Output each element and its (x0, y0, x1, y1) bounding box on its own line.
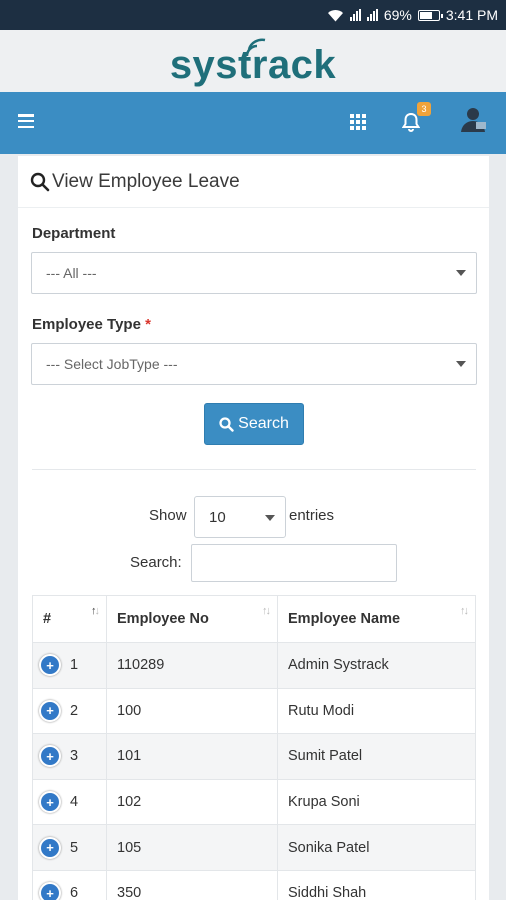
employee-no-cell: 101 (106, 733, 278, 780)
row-index-cell: +4 (32, 778, 107, 826)
table-search: Search: (18, 544, 489, 582)
expand-row-icon[interactable]: + (39, 882, 61, 900)
employee-name-cell: Sonika Patel (277, 824, 476, 871)
sort-icon: ↑↓ (262, 605, 271, 617)
entries-control: Show 10 entries (18, 496, 489, 538)
required-mark: * (145, 316, 151, 333)
hamburger-icon[interactable] (18, 114, 34, 128)
department-label: Department (32, 225, 116, 242)
row-index-cell: +3 (32, 733, 107, 780)
search-icon (30, 172, 50, 191)
signal-icon-2 (366, 9, 378, 21)
employee-name-cell: Rutu Modi (277, 687, 476, 735)
employee-no-cell: 105 (106, 824, 278, 871)
table-row[interactable]: +1 110289 Admin Systrack (32, 642, 476, 689)
row-index-cell: +1 (32, 642, 107, 689)
employee-name-cell: Admin Systrack (277, 642, 476, 689)
battery-icon (417, 9, 443, 21)
employee-name-cell: Siddhi Shah (277, 869, 476, 900)
department-select[interactable]: --- All --- (31, 252, 477, 294)
search-button-label: Search (238, 415, 289, 432)
entries-value: 10 (209, 508, 226, 526)
expand-row-icon[interactable]: + (39, 836, 61, 859)
employee-type-label: Employee Type * (32, 316, 151, 333)
employee-no-cell: 110289 (106, 642, 278, 689)
search-icon (219, 416, 234, 432)
battery-percent: 69% (383, 7, 412, 23)
column-header-employee-no[interactable]: Employee No ↑↓ (106, 595, 278, 643)
employee-type-value: --- Select JobType --- (46, 356, 178, 372)
table-header-row: # ↑↓ Employee No ↑↓ Employee Name ↑↓ (32, 595, 476, 643)
row-index-cell: +6 (32, 869, 107, 900)
grid-icon[interactable] (350, 114, 368, 130)
employee-no-cell: 102 (106, 778, 278, 826)
table-row[interactable]: +3 101 Sumit Patel (32, 733, 476, 780)
user-avatar[interactable] (458, 104, 488, 134)
chevron-down-icon (265, 515, 275, 521)
sort-icon: ↑↓ (460, 605, 469, 617)
top-navbar: 3 (0, 92, 506, 154)
expand-row-icon[interactable]: + (39, 745, 61, 768)
table-row[interactable]: +5 105 Sonika Patel (32, 824, 476, 871)
divider (32, 469, 476, 470)
chevron-down-icon (456, 270, 466, 276)
table-row[interactable]: +6 350 Siddhi Shah (32, 869, 476, 900)
status-bar: 69% 3:41 PM (0, 0, 506, 30)
employee-no-cell: 100 (106, 687, 278, 735)
expand-row-icon[interactable]: + (39, 654, 61, 677)
app-logo[interactable]: systrack (170, 43, 336, 88)
employee-name-cell: Krupa Soni (277, 778, 476, 826)
table-search-input[interactable] (191, 544, 397, 582)
expand-row-icon[interactable]: + (39, 699, 61, 722)
sort-icon: ↑↓ (91, 605, 100, 617)
entries-select[interactable]: 10 (194, 496, 286, 538)
employee-table: # ↑↓ Employee No ↑↓ Employee Name ↑↓ +1 … (32, 595, 476, 900)
signal-icon (349, 9, 361, 21)
department-value: --- All --- (46, 265, 97, 281)
column-header-employee-name[interactable]: Employee Name ↑↓ (277, 595, 476, 643)
table-row[interactable]: +4 102 Krupa Soni (32, 778, 476, 826)
employee-type-select[interactable]: --- Select JobType --- (31, 343, 477, 385)
page-title: View Employee Leave (52, 170, 240, 192)
entries-label: entries (289, 507, 335, 524)
clock: 3:41 PM (445, 7, 498, 23)
table-row[interactable]: +2 100 Rutu Modi (32, 687, 476, 735)
logo-area: systrack (0, 30, 506, 92)
chevron-down-icon (456, 361, 466, 367)
search-label: Search: (130, 554, 182, 571)
panel-header: View Employee Leave (18, 156, 489, 208)
employee-no-cell: 350 (106, 869, 278, 900)
show-label: Show (149, 507, 187, 524)
wifi-icon (327, 9, 343, 21)
employee-name-cell: Sumit Patel (277, 733, 476, 780)
search-button[interactable]: Search (204, 403, 304, 445)
row-index-cell: +5 (32, 824, 107, 871)
leave-panel: View Employee Leave Department --- All -… (18, 156, 489, 900)
column-header-index[interactable]: # ↑↓ (32, 595, 107, 643)
notification-badge: 3 (417, 102, 431, 116)
expand-row-icon[interactable]: + (39, 791, 61, 814)
row-index-cell: +2 (32, 687, 107, 735)
